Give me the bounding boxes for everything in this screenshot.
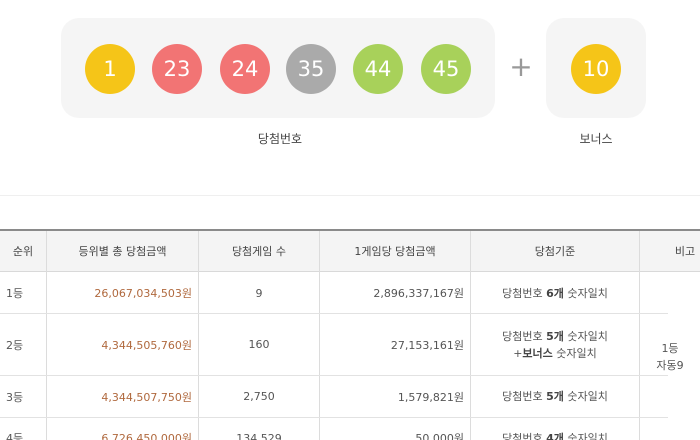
note-cell: 1등 자동9 (640, 273, 700, 440)
criteria-cell: 당첨번호 5개 숫자일치 +보너스 숫자일치 (471, 314, 639, 375)
prize-per-game-cell: 2,896,337,167원 (373, 287, 464, 300)
prize-per-game-cell: 27,153,161원 (390, 338, 464, 352)
winner-count-cell: 9 (255, 286, 263, 300)
header-winner-count: 당첨게임 수 (199, 231, 319, 272)
winner-count-cell: 160 (248, 338, 270, 351)
criteria-text: 숫자일치 (552, 346, 597, 360)
criteria-cell: 당첨번호 6개 숫자일치 (471, 273, 639, 313)
criteria-cell: 당첨번호 4개 숫자일치 (471, 418, 639, 440)
total-prize-cell: 26,067,034,503원 (94, 287, 192, 300)
prize-per-game-cell: 50,000원 (415, 432, 464, 440)
rank-cell: 1등 (6, 287, 24, 300)
note-rank: 1등 (661, 341, 679, 355)
plus-sign: + (509, 50, 533, 83)
header-prize-per-game: 1게임당 당첨금액 (320, 231, 470, 272)
header-total-prize: 등위별 총 당첨금액 (47, 231, 198, 272)
rank-cell: 3등 (6, 390, 24, 404)
winning-number-ball: 35 (286, 44, 336, 94)
criteria-count: 6개 (546, 286, 564, 300)
criteria-count: 5개 (546, 390, 564, 403)
criteria-text: 숫자일치 (563, 329, 608, 343)
rank-cell: 4등 (6, 432, 24, 440)
bonus-number-panel: 10 (546, 18, 646, 118)
criteria-text: 숫자일치 (563, 390, 608, 403)
winning-number-ball: 45 (421, 44, 471, 94)
criteria-text: 당첨번호 (502, 431, 547, 440)
prize-per-game-cell: 1,579,821원 (397, 390, 464, 404)
winning-number-ball: 24 (220, 44, 270, 94)
winner-count-cell: 134,529 (236, 431, 282, 440)
total-prize-cell: 4,344,505,760원 (101, 338, 192, 352)
criteria-count: 4개 (546, 431, 564, 440)
bonus-number-ball: 10 (571, 44, 621, 94)
criteria-text: 당첨번호 (502, 329, 547, 343)
criteria-count: 5개 (546, 329, 564, 343)
criteria-text: 당첨번호 (502, 286, 547, 300)
header-criteria: 당첨기준 (471, 231, 639, 272)
winner-count-cell: 2,750 (243, 390, 275, 403)
rank-cell: 2등 (6, 338, 24, 352)
criteria-cell: 당첨번호 5개 숫자일치 (471, 376, 639, 417)
criteria-text: 당첨번호 (502, 390, 547, 403)
criteria-text: 숫자일치 (563, 431, 608, 440)
header-note: 비고 (640, 231, 700, 272)
criteria-text: 숫자일치 (563, 286, 608, 300)
winning-number-ball: 23 (152, 44, 202, 94)
section-divider (0, 195, 700, 196)
note-auto-count: 자동9 (656, 358, 684, 372)
winning-numbers-panel: 1 23 24 35 44 45 (61, 18, 495, 118)
winning-number-ball: 44 (353, 44, 403, 94)
total-prize-cell: 4,344,507,750원 (101, 390, 192, 404)
winning-number-ball: 1 (85, 44, 135, 94)
bonus-label: 보너스 (579, 132, 613, 146)
winning-numbers-label: 당첨번호 (257, 132, 303, 146)
header-rank: 순위 (0, 231, 46, 272)
criteria-bonus: 보너스 (522, 346, 553, 360)
total-prize-cell: 6,726,450,000원 (101, 432, 192, 440)
